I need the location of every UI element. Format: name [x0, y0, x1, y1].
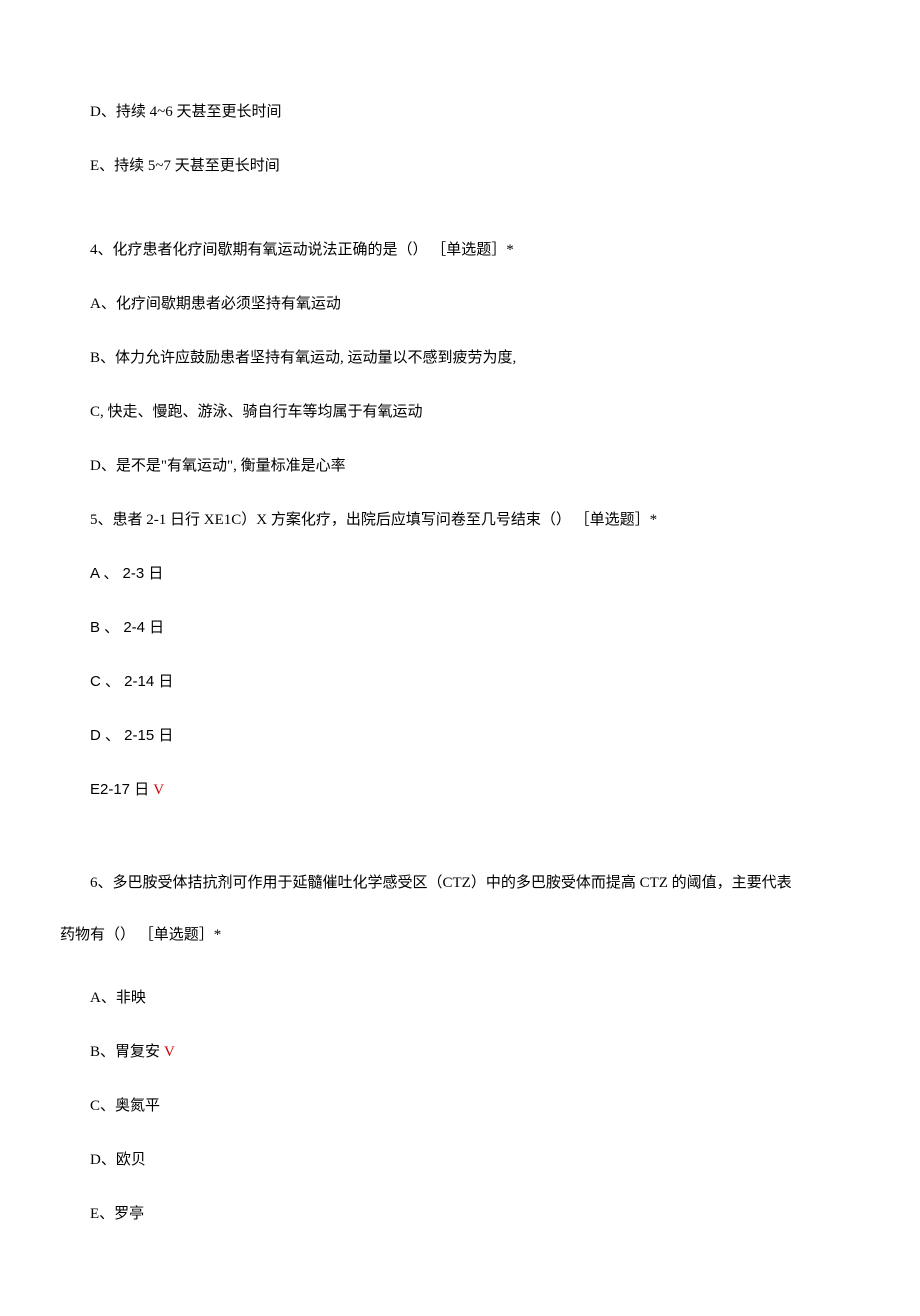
q6-option-b: B、胃复安V	[60, 1040, 860, 1064]
q-prev-option-e: E、持续 5~7 天甚至更长时间	[60, 154, 860, 178]
option-text: D、是不是"有氧运动", 衡量标准是心率	[90, 458, 346, 474]
option-text: C, 快走、慢跑、游泳、骑自行车等均属于有氧运动	[90, 404, 423, 420]
q6-option-a: A、非映	[60, 986, 860, 1010]
q6-option-c: C、奥氮平	[60, 1094, 860, 1118]
option-text: E2-17 日	[90, 781, 149, 798]
q4-option-d: D、是不是"有氧运动", 衡量标准是心率	[60, 454, 860, 478]
option-text: D、欧贝	[90, 1152, 146, 1168]
option-text: A、化疗间歇期患者必须坚持有氧运动	[90, 296, 341, 312]
q5-option-b: B 、 2-4 日	[60, 616, 860, 640]
q5-stem: 5、患者 2-1 日行 XE1C）X 方案化疗，出院后应填写问卷至几号结束（） …	[60, 508, 860, 532]
option-text: D、持续 4~6 天甚至更长时间	[90, 104, 281, 120]
q6-stem-line1: 6、多巴胺受体拮抗剂可作用于延髓催吐化学感受区（CTZ）中的多巴胺受体而提高 C…	[60, 862, 860, 904]
option-text: D 、 2-15 日	[90, 727, 173, 744]
q4-option-a: A、化疗间歇期患者必须坚持有氧运动	[60, 292, 860, 316]
option-text: E、罗亭	[90, 1206, 144, 1222]
option-text: B 、 2-4 日	[90, 619, 164, 636]
q4-option-c: C, 快走、慢跑、游泳、骑自行车等均属于有氧运动	[60, 400, 860, 424]
check-mark-icon: V	[164, 1044, 175, 1060]
option-text: C、奥氮平	[90, 1098, 160, 1114]
check-mark-icon: V	[153, 782, 164, 798]
question-text: 5、患者 2-1 日行 XE1C）X 方案化疗，出院后应填写问卷至几号结束（） …	[90, 512, 657, 528]
q5-option-c: C 、 2-14 日	[60, 670, 860, 694]
q6-option-e: E、罗亭	[60, 1202, 860, 1226]
q6-stem-line2: 药物有（） ［单选题］*	[60, 914, 860, 956]
option-text: A 、 2-3 日	[90, 565, 163, 582]
q5-option-a: A 、 2-3 日	[60, 562, 860, 586]
q4-option-b: B、体力允许应鼓励患者坚持有氧运动, 运动量以不感到疲劳为度,	[60, 346, 860, 370]
question-text: 药物有（） ［单选题］*	[60, 927, 221, 943]
question-text: 4、化疗患者化疗间歇期有氧运动说法正确的是（） ［单选题］*	[90, 242, 514, 258]
q5-option-d: D 、 2-15 日	[60, 724, 860, 748]
q5-option-e: E2-17 日V	[60, 778, 860, 802]
option-text: A、非映	[90, 990, 146, 1006]
option-text: E、持续 5~7 天甚至更长时间	[90, 158, 280, 174]
option-text: B、胃复安	[90, 1044, 160, 1060]
question-text: 6、多巴胺受体拮抗剂可作用于延髓催吐化学感受区（CTZ）中的多巴胺受体而提高 C…	[90, 875, 792, 891]
q4-stem: 4、化疗患者化疗间歇期有氧运动说法正确的是（） ［单选题］*	[60, 238, 860, 262]
option-text: C 、 2-14 日	[90, 673, 173, 690]
option-text: B、体力允许应鼓励患者坚持有氧运动, 运动量以不感到疲劳为度,	[90, 350, 516, 366]
q6-option-d: D、欧贝	[60, 1148, 860, 1172]
q-prev-option-d: D、持续 4~6 天甚至更长时间	[60, 100, 860, 124]
